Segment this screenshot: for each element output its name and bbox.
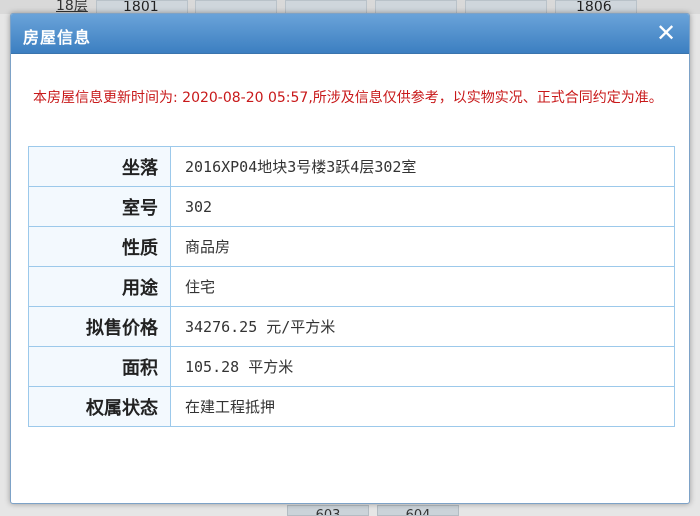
table-row: 面积 105.28 平方米 <box>28 346 675 387</box>
table-row: 坐落 2016XP04地块3号楼3跃4层302室 <box>28 146 675 187</box>
unit-cell[interactable]: 1801 <box>96 0 188 14</box>
unit-cell[interactable] <box>195 0 277 14</box>
row-value: 在建工程抵押 <box>170 386 675 427</box>
house-info-dialog: 房屋信息 ✕ 本房屋信息更新时间为: 2020-08-20 05:57,所涉及信… <box>10 13 690 504</box>
unit-cell[interactable] <box>285 0 367 14</box>
row-value: 105.28 平方米 <box>170 346 675 387</box>
unit-cell[interactable]: 603 <box>287 505 369 516</box>
table-row: 权属状态 在建工程抵押 <box>28 386 675 427</box>
row-value: 34276.25 元/平方米 <box>170 306 675 347</box>
unit-cell[interactable] <box>465 0 547 14</box>
row-value: 住宅 <box>170 266 675 307</box>
update-notice: 本房屋信息更新时间为: 2020-08-20 05:57,所涉及信息仅供参考，以… <box>33 90 663 106</box>
row-value: 2016XP04地块3号楼3跃4层302室 <box>170 146 675 187</box>
table-row: 性质 商品房 <box>28 226 675 267</box>
table-row: 用途 住宅 <box>28 266 675 307</box>
close-icon[interactable]: ✕ <box>653 20 679 46</box>
dialog-titlebar[interactable]: 房屋信息 ✕ <box>11 14 689 54</box>
floor-label[interactable]: 18层 <box>56 0 88 13</box>
row-label: 坐落 <box>28 146 171 187</box>
dialog-title: 房屋信息 <box>23 28 92 47</box>
row-value: 商品房 <box>170 226 675 267</box>
unit-cell[interactable]: 604 <box>377 505 459 516</box>
row-label: 权属状态 <box>28 386 171 427</box>
unit-cell[interactable] <box>375 0 457 14</box>
row-value: 302 <box>170 186 675 227</box>
table-row: 室号 302 <box>28 186 675 227</box>
row-label: 面积 <box>28 346 171 387</box>
table-row: 拟售价格 34276.25 元/平方米 <box>28 306 675 347</box>
row-label: 拟售价格 <box>28 306 171 347</box>
row-label: 性质 <box>28 226 171 267</box>
row-label: 用途 <box>28 266 171 307</box>
row-label: 室号 <box>28 186 171 227</box>
unit-cell[interactable]: 1806 <box>555 0 637 14</box>
house-info-table: 坐落 2016XP04地块3号楼3跃4层302室 室号 302 性质 商品房 用… <box>28 146 675 427</box>
